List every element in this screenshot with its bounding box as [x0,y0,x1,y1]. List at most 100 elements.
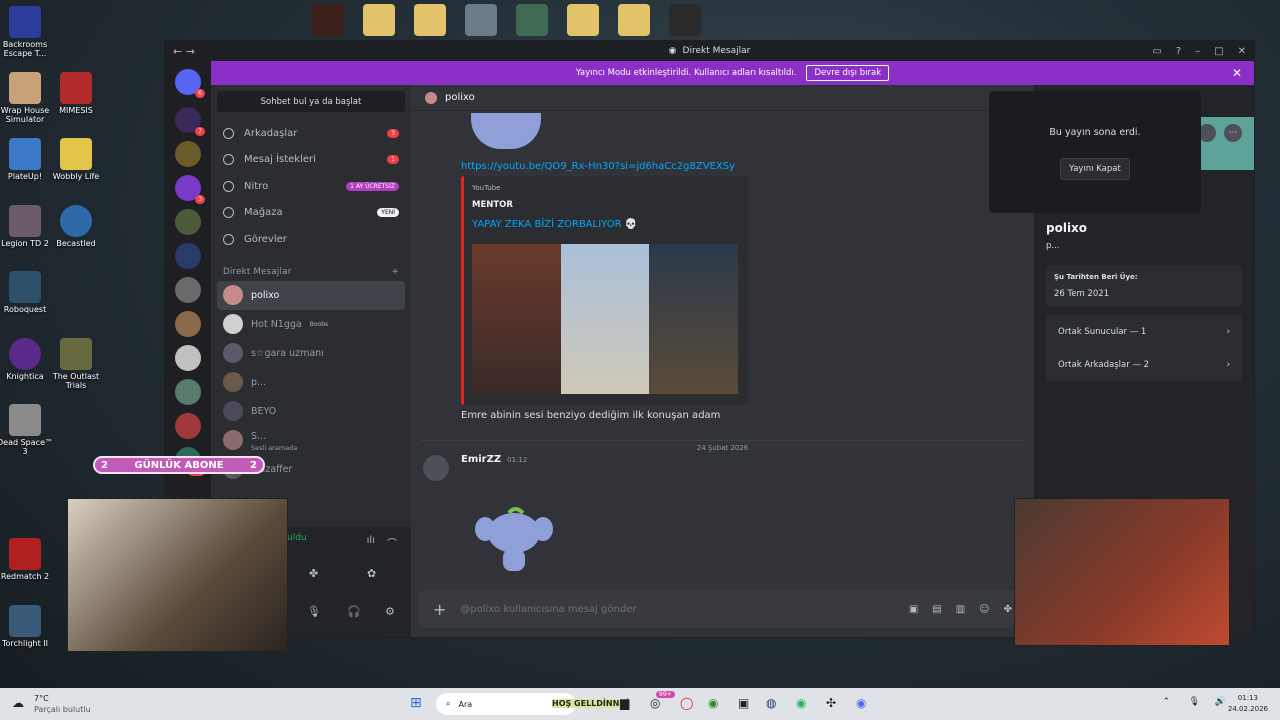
server-icon[interactable] [175,379,201,405]
app-icon[interactable] [312,4,344,36]
dm-home-icon[interactable]: 6 [175,69,205,98]
message-input-placeholder: @polixo kullanıcısına mesaj gönder [460,603,637,615]
avatar [223,314,243,334]
activities-icon[interactable]: ✤ [309,567,318,580]
find-conversation-button[interactable]: Sohbet bul ya da başlat [217,91,405,112]
apps-icon[interactable]: ✤ [1004,604,1012,615]
desktop-icon[interactable]: Roboquest [0,271,56,314]
nav-message-requests[interactable]: Mesaj İstekleri 1 [211,147,411,174]
disable-streamer-mode-button[interactable]: Devre dışı bırak [806,65,890,81]
server-icon[interactable]: 3 [175,175,205,204]
soundboard-icon[interactable]: ✿ [367,567,376,580]
dm-item[interactable]: S... Sesli aramada [217,426,405,455]
dm-item[interactable]: p... [217,368,405,397]
folder-icon[interactable] [414,4,446,36]
app-icon[interactable]: ▣ [738,696,749,710]
weather-desc: Parçalı bulutlu [34,705,91,714]
app-icon[interactable] [669,4,701,36]
folder-icon[interactable] [567,4,599,36]
close-icon[interactable]: ✕ [1232,66,1242,80]
folder-icon[interactable] [363,4,395,36]
back-forward-icon[interactable]: ← → [173,45,195,58]
desktop-icon[interactable]: MIMESIS [45,72,107,115]
desktop-icon[interactable]: Torchlight II [0,605,56,648]
desktop-icon[interactable]: Wobbly Life [45,138,107,181]
gif-icon[interactable]: ▤ [932,604,941,615]
server-icon[interactable] [175,209,201,235]
weather-icon[interactable]: ☁ [12,696,24,710]
hangup-icon[interactable]: ⌒ [387,535,397,550]
shop-icon [223,207,234,219]
app-icon[interactable] [465,4,497,36]
server-icon[interactable] [175,311,201,337]
mutuals-card: Ortak Sunucular — 1 › Ortak Arkadaşlar — … [1046,315,1242,381]
mutual-servers-row[interactable]: Ortak Sunucular — 1 › [1046,315,1242,348]
server-icon[interactable] [175,345,201,371]
desktop-icon[interactable]: Dead Space™ 3 [0,404,56,456]
webcam-right [1014,498,1230,646]
nav-shop[interactable]: Mağaza YENİ [211,200,411,227]
close-stream-button[interactable]: Yayını Kapat [1060,158,1130,180]
server-icon[interactable] [175,413,201,439]
avatar[interactable] [423,455,449,481]
embed-author[interactable]: MENTOR [472,200,513,210]
badge: 1 [387,155,399,165]
top-icon-row [312,4,701,36]
message-input[interactable]: + @polixo kullanıcısına mesaj gönder ▣ ▤… [419,590,1026,628]
inbox-icon[interactable]: ▭ [1152,46,1161,57]
close-button[interactable]: ✕ [1238,46,1246,57]
emoji-icon[interactable]: ☺ [979,604,989,615]
help-icon[interactable]: ? [1176,46,1181,57]
chat-header: polixo ✆ ■ [411,85,1034,111]
nav-quests[interactable]: Görevler [211,226,411,253]
folder-icon[interactable]: ▆ [620,696,629,710]
whatsapp-icon[interactable]: ◎ [650,696,660,710]
server-icon[interactable] [175,277,201,303]
clock-time[interactable]: 01:13 [1238,694,1258,702]
desktop-icon[interactable]: Becastled [45,205,107,248]
folder-icon[interactable] [618,4,650,36]
clock-date[interactable]: 24.02.2026 [1228,705,1268,713]
spotify-icon[interactable]: ◉ [796,696,806,710]
discord-icon[interactable]: ◉ [856,696,866,710]
add-attachment-icon[interactable]: + [433,600,446,619]
desktop-icon[interactable]: Backrooms Escape T... [0,6,56,58]
member-since-card: Şu Tarihten Beri Üye: 26 Tem 2021 [1046,265,1242,307]
nav-nitro[interactable]: Nitro 1 AY ÜCRETSİZ [211,173,411,200]
server-icon[interactable]: 7 [175,107,205,136]
server-icon[interactable] [175,141,201,167]
desktop-icon[interactable]: Redmatch 2 [0,538,56,581]
microphone-icon[interactable]: 🎙 [1189,697,1200,707]
app-icon[interactable]: ✣ [826,696,836,710]
add-dm-icon[interactable]: + [392,267,399,277]
microphone-icon[interactable]: 🎙 [307,605,321,618]
dm-item[interactable]: polixo [217,280,405,310]
dm-item[interactable]: s☆gara uzmanı [217,339,405,368]
voice-wave-icon[interactable]: ılı [367,535,375,546]
taskbar: ☁ 7°C Parçalı bulutlu ⊞ ⌕ Ara HOŞ GELLDİN… [0,688,1280,720]
gift-icon[interactable]: ▣ [909,604,918,615]
youtube-link[interactable]: https://youtu.be/QO9_Rx-Hn30?si=jd6haCc2… [461,161,735,172]
video-thumbnail[interactable] [472,244,739,394]
chevron-up-icon[interactable]: ⌃ [1162,697,1170,707]
sticker-icon[interactable]: ▥ [956,604,965,615]
start-icon[interactable]: ⊞ [410,695,422,711]
more-icon[interactable]: ⋯ [1224,124,1242,142]
embed-title[interactable]: YAPAY ZEKA BİZİ ZORBALIYOR 💀 [472,219,637,230]
maximize-button[interactable]: □ [1214,46,1223,57]
app-icon[interactable] [516,4,548,36]
dm-item[interactable]: BEYO [217,397,405,426]
minimize-button[interactable]: – [1195,46,1200,57]
volume-icon[interactable]: 🔊 [1215,697,1226,707]
headphones-icon[interactable]: 🎧 [347,605,361,618]
opera-icon[interactable]: ◯ [680,696,693,710]
mutual-friends-row[interactable]: Ortak Arkadaşlar — 2 › [1046,348,1242,381]
settings-icon[interactable]: ⚙ [385,605,395,618]
server-icon[interactable] [175,243,201,269]
chrome-icon[interactable]: ◉ [708,696,718,710]
steam-icon[interactable]: ◍ [766,696,776,710]
desktop-icon[interactable]: The Outlast Trials [45,338,107,390]
avatar [223,430,243,450]
dm-item[interactable]: Hot N1gga Boobs [217,310,405,339]
nav-friends[interactable]: Arkadaşlar 3 [211,120,411,147]
